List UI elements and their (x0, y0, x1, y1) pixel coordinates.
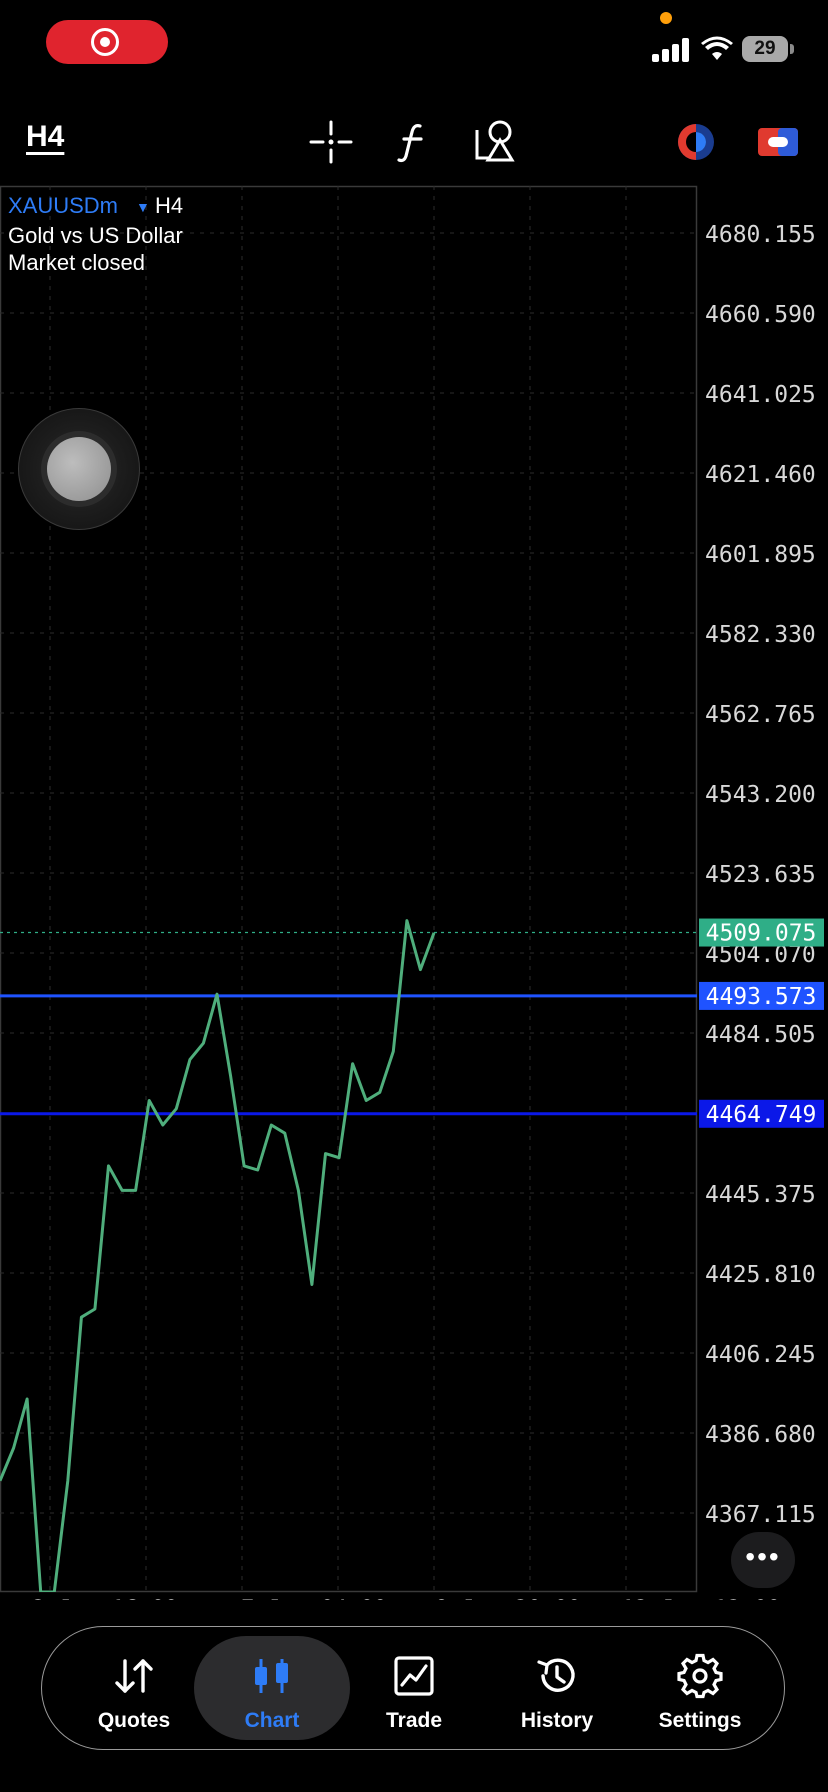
price-tick-label: 4406.245 (705, 1342, 816, 1368)
nav-quotes[interactable]: Quotes (64, 1627, 204, 1747)
symbol-description: Gold vs US Dollar (8, 223, 183, 248)
nav-history-label: History (520, 1709, 594, 1732)
nav-trade-label: Trade (385, 1709, 443, 1732)
level-label: 4493.573 (706, 984, 817, 1010)
trade-chart-icon (394, 1656, 434, 1696)
current-price-tag: 4509.075 (706, 921, 817, 947)
price-tick-label: 4484.505 (705, 1022, 816, 1048)
time-tick-label: 2 Jan 16:00 (32, 1597, 178, 1600)
market-status: Market closed (8, 250, 145, 275)
price-tick-label: 4660.590 (705, 302, 816, 328)
nav-quotes-label: Quotes (97, 1709, 171, 1732)
chart-frame (0, 185, 698, 1593)
nav-chart[interactable]: Chart (194, 1636, 350, 1740)
price-tick-label: 4621.460 (705, 462, 816, 488)
price-tick-label: 4445.375 (705, 1182, 816, 1208)
quotes-arrows-icon (115, 1659, 153, 1693)
price-tick-label: 4582.330 (705, 622, 816, 648)
chart-timeframe: H4 (155, 193, 184, 218)
price-tick-label: 4523.635 (705, 862, 816, 888)
price-tick-label: 4425.810 (705, 1262, 816, 1288)
symbol-dropdown-icon[interactable]: ▼ (136, 199, 150, 215)
bottom-navigation: Quotes Chart Trade History Settings (41, 1626, 785, 1750)
nav-settings[interactable]: Settings (630, 1627, 770, 1747)
candlestick-icon (255, 1659, 288, 1693)
price-tick-label: 4543.200 (705, 782, 816, 808)
price-series-line (0, 919, 436, 1592)
price-tick-label: 4367.115 (705, 1502, 816, 1528)
time-tick-label: 9 Jan 20:00 (435, 1597, 581, 1600)
symbol-selector[interactable]: XAUUSDm (8, 193, 118, 219)
price-tick-label: 4680.155 (705, 222, 816, 248)
price-tick-label: 4601.895 (705, 542, 816, 568)
price-tick-label: 4386.680 (705, 1422, 816, 1448)
nav-settings-label: Settings (658, 1709, 742, 1732)
time-tick-label: 12 Jan 12:00 (622, 1597, 781, 1600)
nav-trade[interactable]: Trade (344, 1627, 484, 1747)
history-clock-icon (537, 1658, 575, 1692)
more-options-button[interactable]: ••• (731, 1532, 795, 1588)
settings-gear-icon (677, 1653, 723, 1699)
time-tick-label: 7 Jan 04:00 (241, 1597, 387, 1600)
assistive-touch-knob (47, 437, 111, 501)
nav-chart-label: Chart (244, 1709, 300, 1732)
nav-history[interactable]: History (487, 1627, 627, 1747)
level-label: 4464.749 (706, 1102, 817, 1128)
price-tick-label: 4562.765 (705, 702, 816, 728)
assistive-touch-button[interactable] (18, 408, 140, 530)
price-tick-label: 4641.025 (705, 382, 816, 408)
